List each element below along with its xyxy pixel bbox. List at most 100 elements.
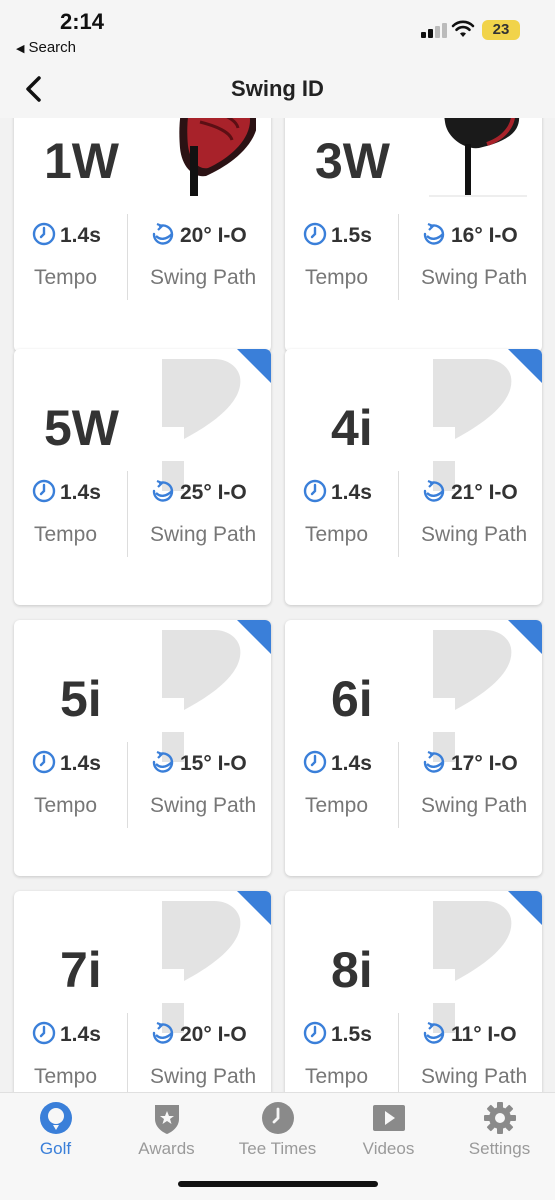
tempo-label: Tempo [305, 266, 369, 289]
swing-path-icon [423, 479, 445, 502]
club-stats: 1.5s 11° I-O Tempo Swing Path [285, 1013, 542, 1092]
swing-path-value-row: 17° I-O [421, 750, 518, 780]
club-card-5i[interactable]: 5i 1.4s 15° I-O Tempo Swing Path [14, 620, 271, 876]
club-stats: 1.4s 15° I-O Tempo Swing Path [14, 742, 271, 828]
cellular-signal-icon [421, 22, 447, 38]
swing-path-icon [152, 1021, 174, 1044]
clock-icon [32, 1021, 56, 1045]
tempo-value: 1.4s [60, 1023, 101, 1046]
home-indicator[interactable] [178, 1181, 378, 1187]
tempo-value: 1.5s [331, 224, 372, 247]
swing-path-value-row: 20° I-O [150, 1021, 247, 1051]
club-card-5w[interactable]: 5W 1.4s 25° I-O Tempo Swing Path [14, 349, 271, 605]
wifi-icon [451, 20, 475, 37]
club-stats: 1.4s 21° I-O Tempo Swing Path [285, 471, 542, 557]
club-card-6i[interactable]: 6i 1.4s 17° I-O Tempo Swing Path [285, 620, 542, 876]
swing-path-value: 15° I-O [180, 752, 247, 775]
gear-icon [484, 1102, 516, 1134]
swing-path-icon [423, 1021, 445, 1044]
swing-path-label: Swing Path [150, 794, 257, 817]
tempo-label: Tempo [305, 794, 369, 817]
club-name: 5W [44, 400, 119, 456]
tempo-value: 1.4s [60, 752, 101, 775]
stat-divider [127, 214, 128, 300]
tab-label: Awards [138, 1139, 195, 1158]
tempo-value-row: 1.5s [303, 222, 372, 252]
tempo-label: Tempo [34, 1065, 98, 1088]
tempo-value-row: 1.5s [303, 1021, 372, 1051]
swing-path-value-row: 16° I-O [421, 222, 518, 252]
club-name: 7i [60, 942, 102, 998]
tempo-value: 1.4s [60, 481, 101, 504]
page-title: Swing ID [231, 76, 324, 101]
tab-videos[interactable]: Videos [333, 1097, 444, 1163]
tab-label: Golf [39, 1139, 72, 1158]
tab-label: Tee Times [238, 1139, 317, 1158]
club-card-8i[interactable]: 8i 1.5s 11° I-O Tempo Swing Path [285, 891, 542, 1092]
swing-path-label: Swing Path [421, 266, 528, 289]
swing-path-icon [152, 479, 174, 502]
battery-indicator: 23 [482, 20, 520, 40]
clock-icon [32, 750, 56, 774]
clock-icon [303, 750, 327, 774]
swing-path-icon [423, 222, 445, 245]
clock-icon [303, 222, 327, 246]
swing-path-value: 21° I-O [451, 481, 518, 504]
club-stats: 1.4s 20° I-O Tempo Swing Path [14, 1013, 271, 1092]
club-grid: 1W 1.4s 20° I-O Tempo Swing Path 3W 1.5s… [0, 118, 555, 1092]
swing-path-value: 20° I-O [180, 224, 247, 247]
swing-path-label: Swing Path [421, 523, 528, 546]
club-name: 3W [315, 133, 390, 189]
tempo-label: Tempo [34, 523, 98, 546]
tab-tee-times[interactable]: Tee Times [222, 1097, 333, 1163]
tempo-label: Tempo [34, 266, 98, 289]
club-card-7i[interactable]: 7i 1.4s 20° I-O Tempo Swing Path [14, 891, 271, 1092]
club-stats: 1.4s 25° I-O Tempo Swing Path [14, 471, 271, 557]
swing-path-label: Swing Path [150, 266, 257, 289]
fairway-wood-club-image [429, 118, 527, 197]
club-card-1w[interactable]: 1W 1.4s 20° I-O Tempo Swing Path [14, 118, 271, 352]
stat-divider [398, 471, 399, 557]
status-time: 2:14 [60, 9, 105, 34]
tempo-value: 1.5s [331, 1023, 372, 1046]
swing-path-value-row: 25° I-O [150, 479, 247, 509]
tab-settings[interactable]: Settings [444, 1097, 555, 1163]
club-card-4i[interactable]: 4i 1.4s 21° I-O Tempo Swing Path [285, 349, 542, 605]
tempo-value: 1.4s [331, 481, 372, 504]
swing-path-label: Swing Path [150, 1065, 257, 1088]
tempo-value: 1.4s [331, 752, 372, 775]
tab-golf[interactable]: Golf [0, 1097, 111, 1163]
driver-club-image [179, 118, 256, 196]
tempo-value-row: 1.4s [32, 222, 101, 252]
club-name: 5i [60, 671, 102, 727]
stat-divider [398, 214, 399, 300]
tempo-value-row: 1.4s [32, 479, 101, 509]
swing-path-value-row: 21° I-O [421, 479, 518, 509]
stat-divider [398, 742, 399, 828]
back-app-label: Search [28, 39, 76, 56]
tempo-value: 1.4s [60, 224, 101, 247]
swing-path-value: 20° I-O [180, 1023, 247, 1046]
tempo-value-row: 1.4s [32, 1021, 101, 1051]
club-stats: 1.4s 20° I-O Tempo Swing Path [14, 214, 271, 300]
tab-awards[interactable]: Awards [111, 1097, 222, 1163]
swing-path-value-row: 15° I-O [150, 750, 247, 780]
stat-divider [127, 1013, 128, 1092]
back-to-search-link[interactable]: ◀ Search [16, 39, 76, 56]
golf-ball-icon [40, 1102, 72, 1134]
club-stats: 1.4s 17° I-O Tempo Swing Path [285, 742, 542, 828]
clock-icon [303, 479, 327, 503]
club-card-3w[interactable]: 3W 1.5s 16° I-O Tempo Swing Path [285, 118, 542, 352]
stat-divider [127, 742, 128, 828]
nav-header: Swing ID [0, 62, 555, 118]
swing-path-icon [152, 750, 174, 773]
swing-path-label: Swing Path [421, 794, 528, 817]
club-name: 4i [331, 400, 373, 456]
club-name: 8i [331, 942, 373, 998]
swing-path-value-row: 11° I-O [421, 1021, 517, 1051]
swing-path-value: 25° I-O [180, 481, 247, 504]
tempo-value-row: 1.4s [303, 750, 372, 780]
swing-path-value-row: 20° I-O [150, 222, 247, 252]
swing-path-value: 17° I-O [451, 752, 518, 775]
tempo-label: Tempo [305, 523, 369, 546]
